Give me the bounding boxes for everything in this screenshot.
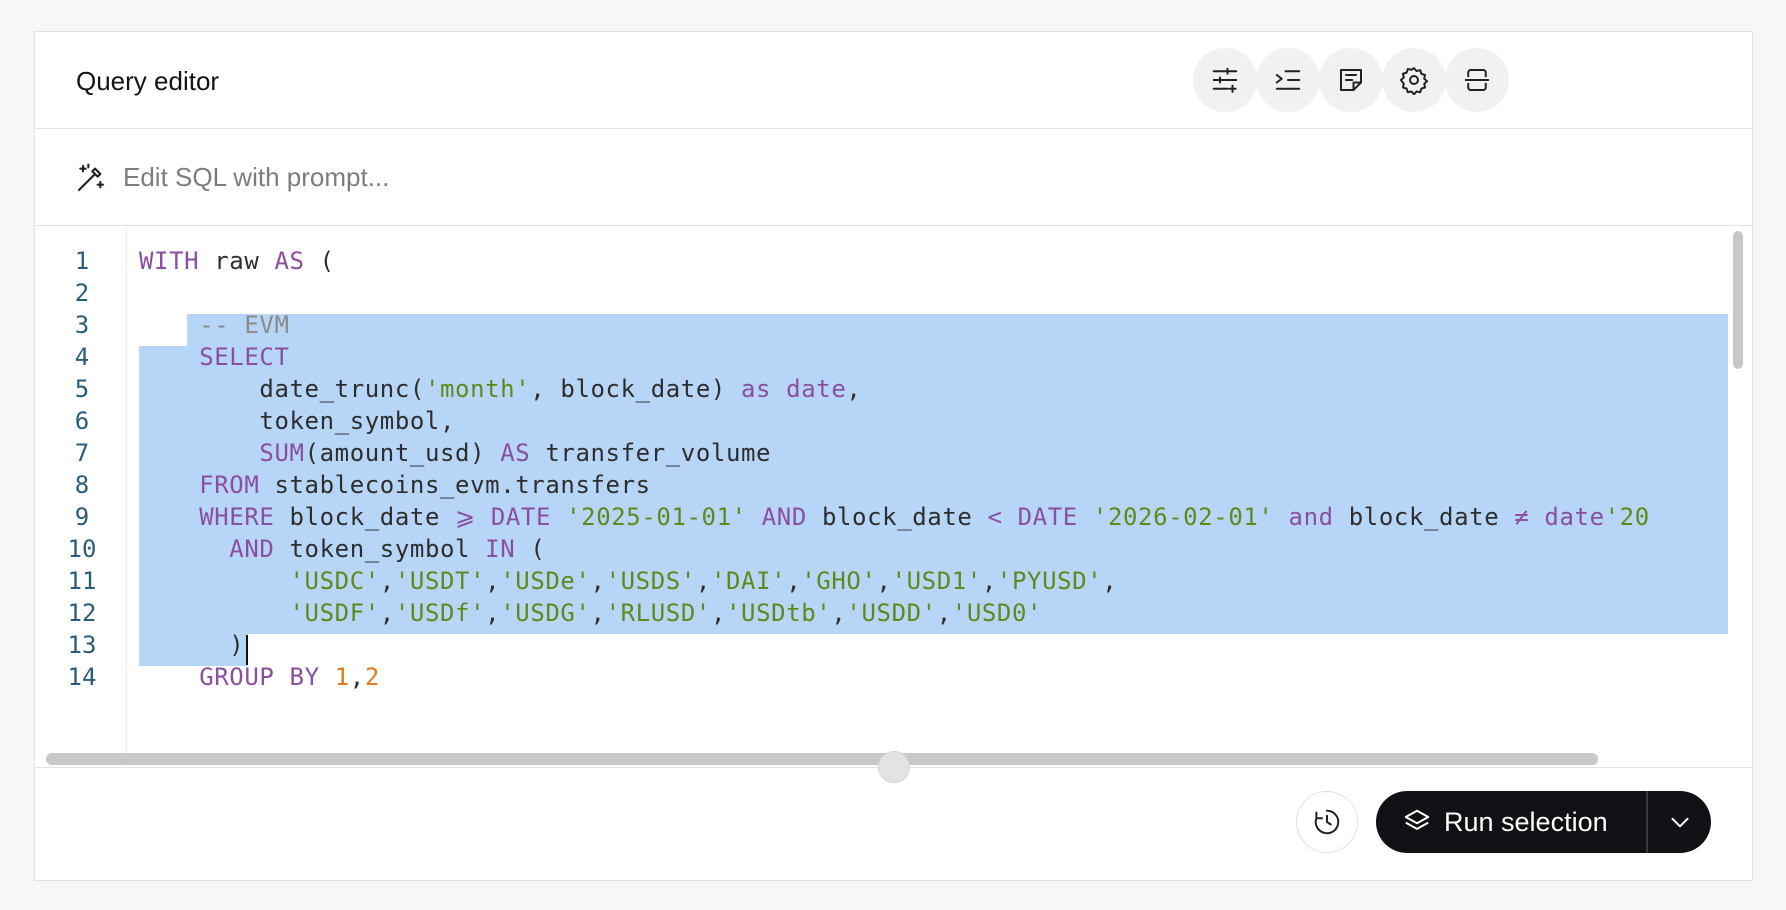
sql-prompt-input[interactable] xyxy=(123,152,1623,202)
code-line: SELECT xyxy=(199,343,290,371)
history-icon xyxy=(1314,809,1340,835)
code-line: WHERE block_date ⩾ DATE '2025-01-01' AND… xyxy=(199,503,1650,531)
vertical-scrollbar[interactable] xyxy=(1733,231,1743,369)
prompt-bar xyxy=(35,130,1752,226)
code-area[interactable]: WITH raw AS ( -- EVM SELECT date_trunc('… xyxy=(139,227,1728,767)
run-button-group: Run selection xyxy=(1376,791,1711,853)
line-number: 4 xyxy=(74,343,90,371)
indent-button[interactable] xyxy=(1256,48,1320,112)
code-line: GROUP BY 1,2 xyxy=(199,663,380,691)
code-line: SUM(amount_usd) AS transfer_volume xyxy=(259,439,772,467)
horizontal-scrollbar[interactable] xyxy=(46,753,1598,765)
run-selection-label: Run selection xyxy=(1444,806,1608,837)
page-title: Query editor xyxy=(76,66,220,96)
line-number: 2 xyxy=(74,279,90,307)
line-number: 10 xyxy=(67,535,97,563)
editor-header: Query editor xyxy=(35,32,1752,129)
chevron-down-icon xyxy=(1670,817,1689,828)
settings-button[interactable] xyxy=(1382,48,1446,112)
code-line: AND token_symbol IN ( xyxy=(229,535,546,563)
indent-icon xyxy=(1275,70,1301,90)
history-button[interactable] xyxy=(1296,791,1358,853)
collapse-button[interactable] xyxy=(1445,48,1509,112)
line-number: 8 xyxy=(74,471,90,499)
note-icon xyxy=(1340,69,1362,91)
code-line: FROM stablecoins_evm.transfers xyxy=(199,471,651,499)
params-icon xyxy=(1212,67,1238,93)
line-number: 5 xyxy=(74,375,90,403)
code-line: WITH raw AS ( xyxy=(139,247,335,275)
line-number: 3 xyxy=(74,311,90,339)
text-cursor xyxy=(246,635,248,665)
run-selection-button[interactable]: Run selection xyxy=(1376,791,1646,853)
magic-wand-icon xyxy=(77,163,105,192)
line-number: 14 xyxy=(67,663,97,691)
resize-handle[interactable] xyxy=(878,751,910,783)
params-button[interactable] xyxy=(1193,48,1257,112)
line-number: 9 xyxy=(74,503,90,531)
line-number: 6 xyxy=(74,407,90,435)
note-button[interactable] xyxy=(1319,48,1383,112)
code-editor[interactable]: 1 2 3 4 5 6 7 8 9 10 11 12 13 14 WITH ra… xyxy=(35,227,1752,767)
line-number: 1 xyxy=(74,247,90,275)
collapse-icon xyxy=(1464,69,1490,91)
line-number: 12 xyxy=(67,599,97,627)
code-line: 'USDC','USDT','USDe','USDS','DAI','GHO',… xyxy=(289,567,1118,595)
line-number: 7 xyxy=(74,439,90,467)
run-options-dropdown[interactable] xyxy=(1648,791,1711,853)
code-line: 'USDF','USDf','USDG','RLUSD','USDtb','US… xyxy=(289,599,1043,627)
line-number: 13 xyxy=(67,631,97,659)
gear-icon xyxy=(1399,67,1429,95)
code-line: date_trunc('month', block_date) as date, xyxy=(139,375,862,403)
code-line: ) xyxy=(139,631,245,659)
code-line: -- EVM xyxy=(199,311,290,339)
code-line: token_symbol, xyxy=(139,407,456,435)
line-number-gutter: 1 2 3 4 5 6 7 8 9 10 11 12 13 14 xyxy=(35,227,127,767)
layers-icon xyxy=(1404,809,1430,830)
selection-highlight xyxy=(187,314,1728,346)
line-number: 11 xyxy=(67,567,97,595)
